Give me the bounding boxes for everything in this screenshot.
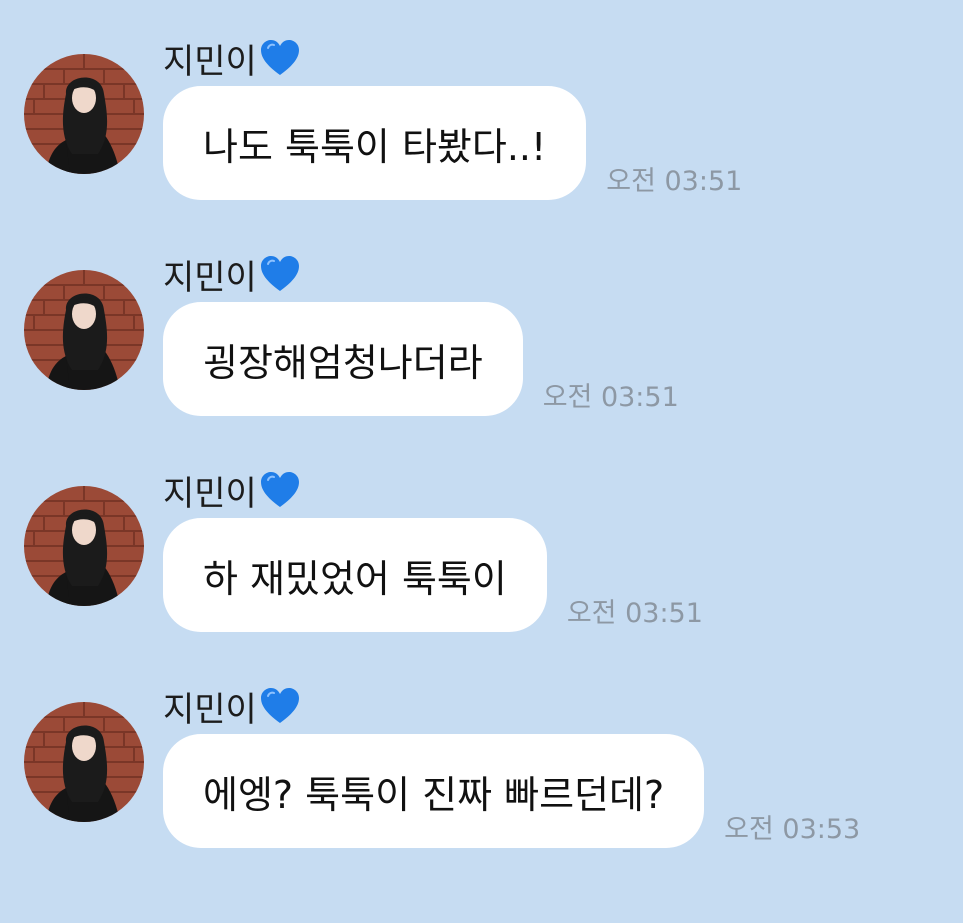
message-row: 에엥? 툭툭이 진짜 빠르던데? 오전 03:53 (163, 734, 860, 848)
avatar-photo (24, 270, 144, 390)
sender-name-text: 지민이 (163, 41, 257, 82)
chat-message: 지민이 에엥? 툭툭이 진짜 빠르던데? 오전 03:53 (24, 682, 954, 862)
message-timestamp: 오전 03:51 (542, 382, 679, 413)
message-text: 에엥? 툭툭이 진짜 빠르던데? (203, 772, 665, 817)
sender-name-text: 지민이 (163, 257, 257, 298)
message-row: 굉장해엄청나더라 오전 03:51 (163, 302, 679, 416)
avatar[interactable] (24, 54, 144, 174)
blue-heart-icon (259, 38, 301, 78)
chat-message: 지민이 나도 툭툭이 타봤다..! 오전 03:51 (24, 34, 954, 214)
message-timestamp: 오전 03:53 (724, 814, 861, 845)
message-text: 하 재밌었어 툭툭이 (203, 556, 507, 601)
avatar-photo (24, 702, 144, 822)
sender-name: 지민이 (163, 250, 301, 298)
message-row: 하 재밌었어 툭툭이 오전 03:51 (163, 518, 703, 632)
message-text: 굉장해엄청나더라 (203, 340, 483, 385)
chat-message: 지민이 굉장해엄청나더라 오전 03:51 (24, 250, 954, 430)
message-timestamp: 오전 03:51 (606, 166, 743, 197)
sender-name: 지민이 (163, 34, 301, 82)
avatar[interactable] (24, 486, 144, 606)
avatar[interactable] (24, 270, 144, 390)
sender-name: 지민이 (163, 682, 301, 730)
message-row: 나도 툭툭이 타봤다..! 오전 03:51 (163, 86, 742, 200)
sender-name-text: 지민이 (163, 473, 257, 514)
blue-heart-icon (259, 254, 301, 294)
sender-name-text: 지민이 (163, 689, 257, 730)
avatar-photo (24, 486, 144, 606)
message-text: 나도 툭툭이 타봤다..! (203, 124, 547, 169)
message-bubble[interactable]: 굉장해엄청나더라 (163, 302, 523, 416)
avatar-photo (24, 54, 144, 174)
chat-message: 지민이 하 재밌었어 툭툭이 오전 03:51 (24, 466, 954, 646)
message-bubble[interactable]: 하 재밌었어 툭툭이 (163, 518, 547, 632)
message-bubble[interactable]: 에엥? 툭툭이 진짜 빠르던데? (163, 734, 705, 848)
message-timestamp: 오전 03:51 (566, 598, 703, 629)
sender-name: 지민이 (163, 466, 301, 514)
avatar[interactable] (24, 702, 144, 822)
blue-heart-icon (259, 686, 301, 726)
blue-heart-icon (259, 470, 301, 510)
message-bubble[interactable]: 나도 툭툭이 타봤다..! (163, 86, 587, 200)
